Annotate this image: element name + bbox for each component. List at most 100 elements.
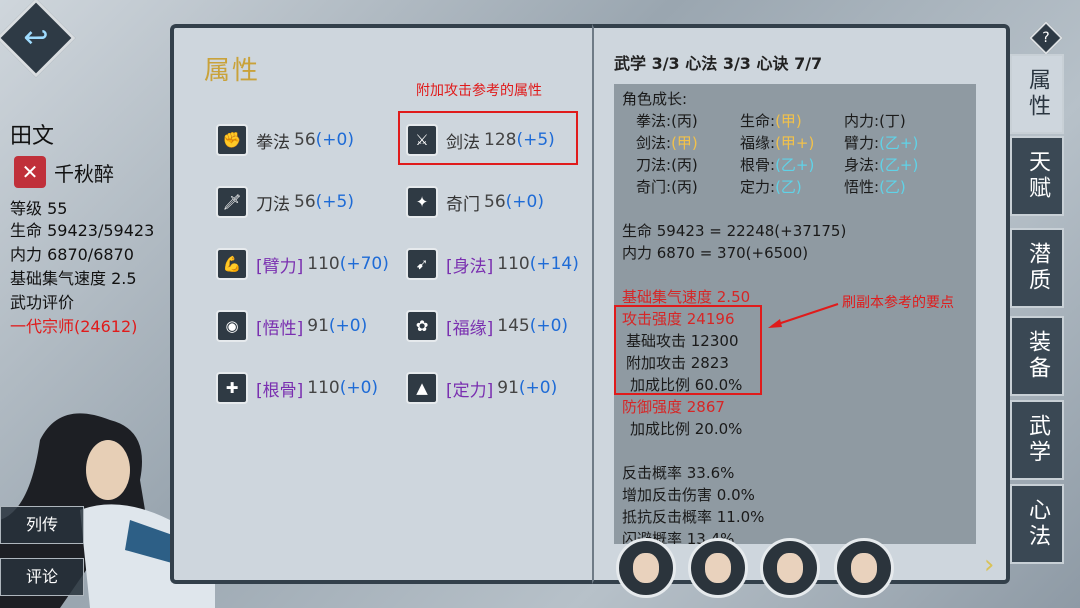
attribute-item[interactable]: ✦ 奇门 56 (+0) (406, 184, 544, 220)
attribute-name: [根骨] (256, 380, 304, 401)
fortune-icon: ✿ (406, 310, 438, 342)
growth-entry: 剑法:(甲) (636, 132, 698, 153)
companion-avatar[interactable] (688, 538, 748, 598)
mp-formula: 内力 6870 = 370(+6500) (622, 244, 809, 262)
next-page-icon[interactable]: › (984, 550, 994, 580)
growth-label: 臂力: (844, 134, 880, 152)
attribute-value: 56 (294, 130, 316, 150)
mp-text: 内力 6870/6870 (10, 245, 134, 264)
attribute-name: 刀法 (256, 194, 290, 215)
arm-icon: 💪 (216, 248, 248, 280)
growth-entry: 根骨:(乙+) (740, 154, 814, 175)
growth-title: 角色成长: (622, 90, 688, 108)
growth-label: 内力: (844, 112, 880, 130)
growth-grade: (甲) (671, 134, 698, 152)
growth-grade: (丙) (671, 178, 698, 196)
back-button[interactable]: ↩ (0, 0, 76, 78)
dungeon-note: 刷副本参考的要点 (842, 295, 954, 311)
growth-entry: 奇门:(丙) (636, 176, 698, 197)
attribute-value: 56 (484, 192, 506, 212)
attribute-item[interactable]: ⚔ 剑法 128 (+5) (406, 122, 555, 158)
growth-grade: (乙) (775, 178, 802, 196)
hero-name: 田文 (10, 124, 55, 149)
growth-entry: 刀法:(丙) (636, 154, 698, 175)
companion-avatar[interactable] (616, 538, 676, 598)
martial-summary: 武学 3/3 心法 3/3 心诀 7/7 (614, 54, 823, 73)
help-button[interactable]: ? (1029, 21, 1063, 55)
comment-button[interactable]: 评论 (0, 558, 84, 596)
biography-button[interactable]: 列传 (0, 506, 84, 544)
companion-avatar[interactable] (760, 538, 820, 598)
attribute-bonus: (+70) (339, 254, 389, 274)
growth-entry: 臂力:(乙+) (844, 132, 918, 153)
growth-entry: 悟性:(乙) (844, 176, 906, 197)
tab-5[interactable]: 心法 (1010, 484, 1064, 564)
attribute-value: 128 (484, 130, 517, 150)
attribute-bonus: (+5) (516, 130, 555, 150)
attribute-name: [身法] (446, 256, 494, 277)
attribute-bonus: (+0) (328, 316, 368, 336)
tab-4[interactable]: 武学 (1010, 400, 1064, 480)
rating-value: 一代宗师(24612) (10, 317, 138, 336)
attribute-item[interactable]: 💪 [臂力] 110 (+70) (216, 246, 389, 282)
rating-label: 武功评价 (10, 293, 75, 312)
attribute-bonus: (+0) (505, 192, 544, 212)
attribute-bonus: (+0) (339, 378, 379, 398)
insight-icon: ◉ (216, 310, 248, 342)
growth-label: 刀法: (636, 156, 672, 174)
attribute-bonus: (+0) (315, 130, 354, 150)
growth-grade: (乙+) (775, 156, 815, 174)
help-icon: ? (1042, 30, 1050, 46)
growth-entry: 福缘:(甲+) (740, 132, 814, 153)
tab-2[interactable]: 潜质 (1010, 228, 1064, 308)
tab-0[interactable]: 属性 (1010, 54, 1064, 134)
pointer-arrow-icon (768, 303, 839, 328)
growth-entry: 定力:(乙) (740, 176, 802, 197)
sword-icon: ⚔ (406, 124, 438, 156)
title-badge-icon: ✕ (14, 156, 46, 188)
attribute-item[interactable]: ✊ 拳法 56 (+0) (216, 122, 354, 158)
attribute-item[interactable]: ✿ [福缘] 145 (+0) (406, 308, 568, 344)
growth-grade: (甲) (775, 112, 802, 130)
attribute-value: 91 (307, 316, 329, 336)
attribute-value: 110 (307, 378, 340, 398)
attribute-name: 拳法 (256, 132, 290, 153)
counter-resist: 抵抗反击概率 11.0% (622, 508, 765, 526)
attribute-value: 110 (497, 254, 530, 274)
attribute-item[interactable]: 🗡 刀法 56 (+5) (216, 184, 354, 220)
growth-grade: (乙) (879, 178, 906, 196)
growth-grade: (乙+) (879, 134, 919, 152)
attribute-item[interactable]: ➹ [身法] 110 (+14) (406, 246, 579, 282)
attribute-value: 91 (497, 378, 519, 398)
attribute-item[interactable]: ◉ [悟性] 91 (+0) (216, 308, 367, 344)
growth-label: 拳法: (636, 112, 672, 130)
counter-rate: 反击概率 33.6% (622, 464, 735, 482)
defense-ratio: 加成比例 20.0% (630, 420, 743, 438)
growth-label: 悟性: (844, 178, 880, 196)
energy-speed-text: 基础集气速度 2.5 (10, 269, 137, 288)
growth-entry: 拳法:(丙) (636, 110, 698, 131)
blade-icon: 🗡 (216, 186, 248, 218)
agility-icon: ➹ (406, 248, 438, 280)
growth-grade: (丁) (879, 112, 906, 130)
attribute-value: 56 (294, 192, 316, 212)
tab-3[interactable]: 装备 (1010, 316, 1064, 396)
attribute-item[interactable]: ✚ [根骨] 110 (+0) (216, 370, 378, 406)
attributes-page (170, 24, 592, 584)
attribute-bonus: (+5) (315, 192, 354, 212)
attribute-value: 145 (497, 316, 530, 336)
attribute-name: [臂力] (256, 256, 304, 277)
attribute-item[interactable]: ▲ [定力] 91 (+0) (406, 370, 557, 406)
companion-avatar[interactable] (834, 538, 894, 598)
hp-formula: 生命 59423 = 22248(+37175) (622, 222, 847, 240)
growth-label: 生命: (740, 112, 776, 130)
growth-label: 福缘: (740, 134, 776, 152)
growth-label: 定力: (740, 178, 776, 196)
growth-label: 根骨: (740, 156, 776, 174)
growth-grade: (甲+) (775, 134, 815, 152)
attribute-name: [定力] (446, 380, 494, 401)
attribute-name: 奇门 (446, 194, 480, 215)
tab-1[interactable]: 天赋 (1010, 136, 1064, 216)
page-title: 属性 (204, 56, 261, 86)
energy-speed-detail: 基础集气速度 2.50 (622, 288, 751, 306)
